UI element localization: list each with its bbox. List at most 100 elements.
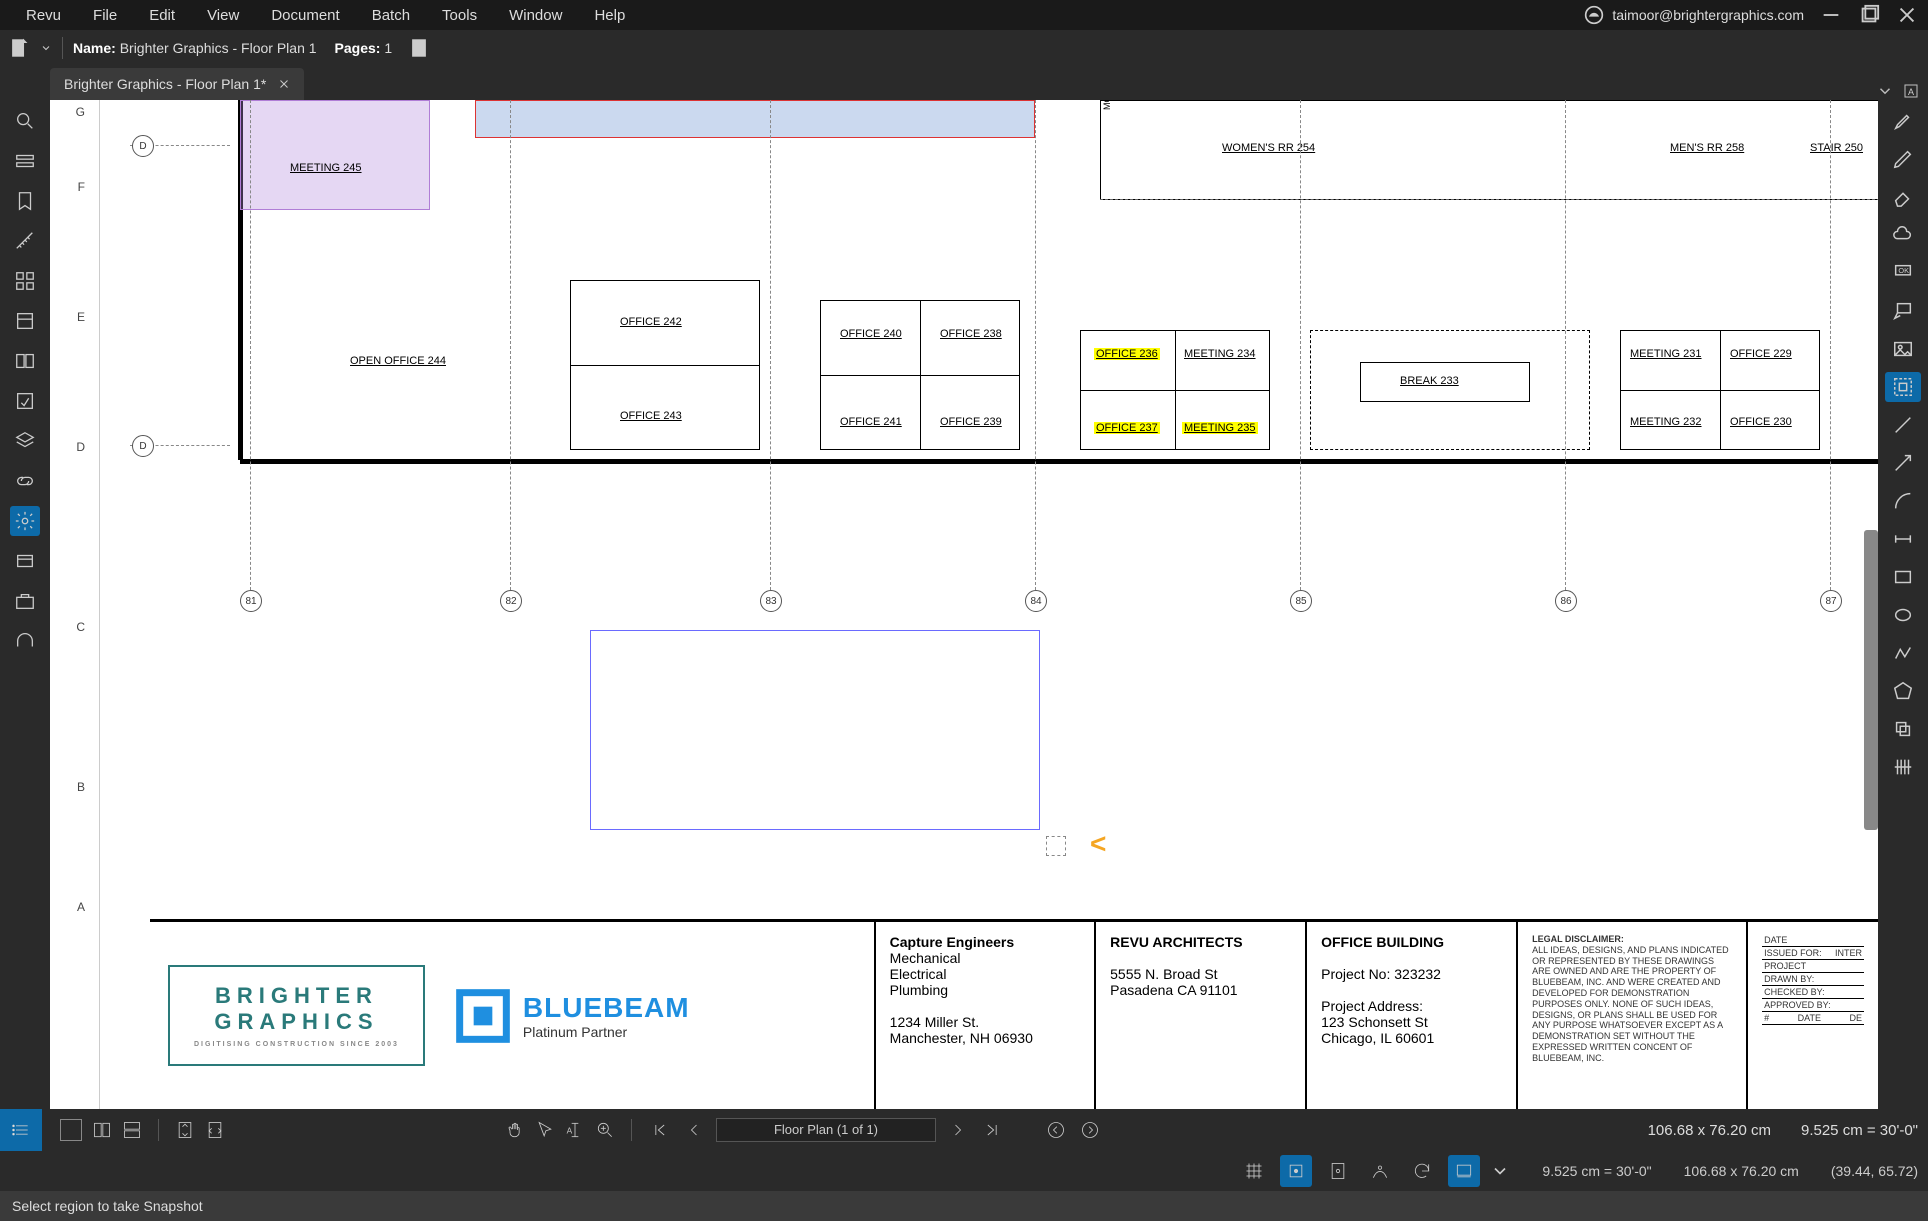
- grid-bubble: 86: [1555, 590, 1577, 612]
- zoom-icon[interactable]: [595, 1120, 615, 1140]
- menu-edit[interactable]: Edit: [133, 7, 191, 24]
- ruler-label: D: [76, 440, 85, 454]
- count-tool[interactable]: [1885, 752, 1921, 782]
- signatures-tool[interactable]: [10, 386, 40, 416]
- split-horizontal-icon[interactable]: [122, 1120, 142, 1140]
- arrow-tool[interactable]: [1885, 448, 1921, 478]
- forward-view-button[interactable]: [1078, 1118, 1102, 1142]
- room-label: OFFICE 239: [940, 416, 1002, 428]
- markups-list-button[interactable]: [0, 1109, 42, 1151]
- room-label: OFFICE 241: [840, 416, 902, 428]
- file-dropdown-icon[interactable]: [8, 37, 30, 59]
- grid-toggle[interactable]: [1238, 1155, 1270, 1187]
- content-snap[interactable]: [1322, 1155, 1354, 1187]
- presentation-toggle[interactable]: [1448, 1155, 1480, 1187]
- fit-page-icon[interactable]: [175, 1120, 195, 1140]
- bookmarks-tool[interactable]: [10, 186, 40, 216]
- properties-tool[interactable]: [10, 506, 40, 536]
- menu-view[interactable]: View: [191, 7, 255, 24]
- menu-revu[interactable]: Revu: [10, 7, 77, 24]
- page-dimensions: 106.68 x 76.20 cm: [1648, 1122, 1771, 1139]
- maximize-icon[interactable]: [1858, 4, 1880, 26]
- menu-window[interactable]: Window: [493, 7, 578, 24]
- snap-toggle[interactable]: [1280, 1155, 1312, 1187]
- fit-width-icon[interactable]: [205, 1120, 225, 1140]
- ruler-label: B: [77, 780, 85, 794]
- vertical-scrollbar[interactable]: [1864, 530, 1878, 830]
- room-label: OFFICE 240: [840, 328, 902, 340]
- brighter-graphics-logo: BRIGHTER GRAPHICS DIGITISING CONSTRUCTIO…: [168, 965, 425, 1066]
- text-style-icon[interactable]: A: [1902, 82, 1920, 100]
- user-account[interactable]: taimoor@brightergraphics.com: [1584, 5, 1804, 25]
- split-vertical-icon[interactable]: [92, 1120, 112, 1140]
- tab-document[interactable]: Brighter Graphics - Floor Plan 1*: [50, 68, 304, 100]
- reuse-markup[interactable]: [1364, 1155, 1396, 1187]
- layers-tool[interactable]: [10, 426, 40, 456]
- grid-bubble: 85: [1290, 590, 1312, 612]
- compare-tool[interactable]: [10, 346, 40, 376]
- prev-page-button[interactable]: [682, 1118, 706, 1142]
- menu-document[interactable]: Document: [255, 7, 355, 24]
- arc-tool[interactable]: [1885, 486, 1921, 516]
- snapshot-tool[interactable]: [1885, 372, 1921, 402]
- new-page-icon[interactable]: [408, 37, 430, 59]
- sync-toggle[interactable]: [1406, 1155, 1438, 1187]
- single-page-view[interactable]: [60, 1119, 82, 1141]
- line-tool[interactable]: [1885, 410, 1921, 440]
- room-label: MOTHER'S RM: [1102, 100, 1112, 110]
- menu-help[interactable]: Help: [578, 7, 641, 24]
- text-select-icon[interactable]: A: [565, 1120, 585, 1140]
- sets-tool[interactable]: [10, 546, 40, 576]
- minimize-icon[interactable]: [1820, 4, 1842, 26]
- form-tool[interactable]: [10, 306, 40, 336]
- callout-tool[interactable]: [1885, 296, 1921, 326]
- title-block: BRIGHTER GRAPHICS DIGITISING CONSTRUCTIO…: [150, 919, 1878, 1109]
- menu-tools[interactable]: Tools: [426, 7, 493, 24]
- measure-tool[interactable]: [10, 226, 40, 256]
- dimension-tool[interactable]: [1885, 524, 1921, 554]
- grid-bubble: 83: [760, 590, 782, 612]
- first-page-button[interactable]: [648, 1118, 672, 1142]
- page-indicator[interactable]: Floor Plan (1 of 1): [716, 1118, 936, 1142]
- image-tool[interactable]: [1885, 334, 1921, 364]
- thumbnails-tool[interactable]: [10, 146, 40, 176]
- rectangle-tool[interactable]: [1885, 562, 1921, 592]
- snapshot-handle[interactable]: [1046, 836, 1066, 856]
- name-label: Name:: [73, 40, 116, 56]
- hint-text: Select region to take Snapshot: [12, 1198, 203, 1214]
- chevron-down-icon[interactable]: [1490, 1161, 1510, 1181]
- room-label: OFFICE 236: [1094, 348, 1160, 360]
- studio-tool[interactable]: [10, 626, 40, 656]
- room-label: MEETING 245: [290, 162, 362, 174]
- menu-file[interactable]: File: [77, 7, 133, 24]
- chevron-down-icon[interactable]: [40, 42, 52, 54]
- highlight-tool[interactable]: [1885, 106, 1921, 136]
- select-icon[interactable]: [535, 1120, 555, 1140]
- stamp-tool[interactable]: OK: [1885, 258, 1921, 288]
- toolchest-tool[interactable]: [10, 586, 40, 616]
- close-icon[interactable]: [1896, 4, 1918, 26]
- menu-batch[interactable]: Batch: [356, 7, 426, 24]
- eraser-tool[interactable]: [1885, 182, 1921, 212]
- room-label: BREAK 233: [1400, 375, 1459, 387]
- pen-tool[interactable]: [1885, 144, 1921, 174]
- back-view-button[interactable]: [1044, 1118, 1068, 1142]
- document-canvas[interactable]: G F E D C B A WOMEN'S RR 254 MEN'S RR 25…: [50, 100, 1878, 1109]
- tab-title: Brighter Graphics - Floor Plan 1*: [64, 76, 266, 92]
- room-label: OFFICE 237: [1094, 422, 1160, 434]
- last-page-button[interactable]: [980, 1118, 1004, 1142]
- grid-tool[interactable]: [10, 266, 40, 296]
- next-page-button[interactable]: [946, 1118, 970, 1142]
- snapshot-selection[interactable]: [590, 630, 1040, 830]
- search-tool[interactable]: [10, 106, 40, 136]
- pan-icon[interactable]: [505, 1120, 525, 1140]
- svg-text:A: A: [1908, 87, 1914, 97]
- tab-overflow-icon[interactable]: [1876, 82, 1894, 100]
- polyline-tool[interactable]: [1885, 638, 1921, 668]
- group-tool[interactable]: [1885, 714, 1921, 744]
- ellipse-tool[interactable]: [1885, 600, 1921, 630]
- polygon-tool[interactable]: [1885, 676, 1921, 706]
- links-tool[interactable]: [10, 466, 40, 496]
- close-tab-icon[interactable]: [278, 78, 290, 90]
- cloud-tool[interactable]: [1885, 220, 1921, 250]
